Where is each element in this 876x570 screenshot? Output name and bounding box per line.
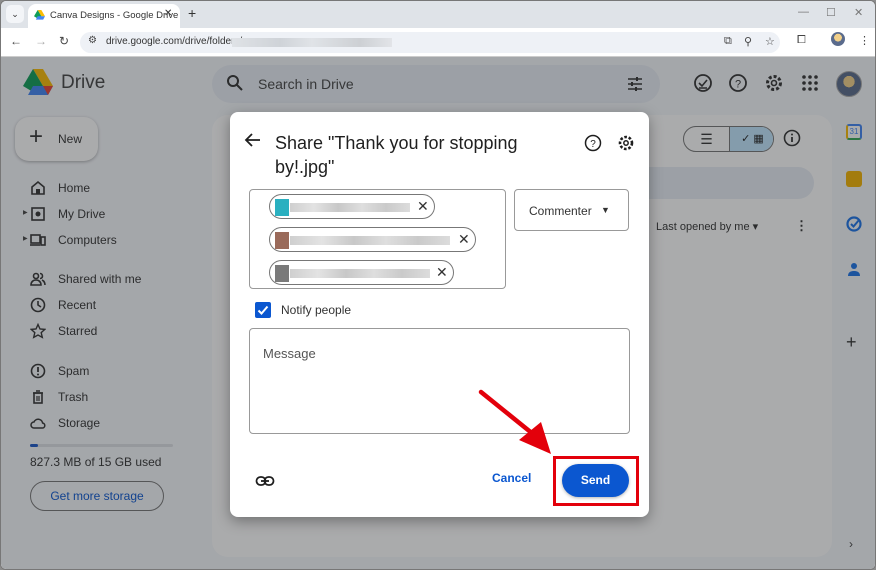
recipient-name-redacted [290, 269, 430, 278]
role-value: Commenter [529, 204, 592, 218]
recipient-name-redacted [290, 236, 450, 245]
back-button[interactable]: ← [10, 34, 22, 48]
tab-strip: ⌄ Canva Designs - Google Drive ✕ + — ☐ ✕ [1, 1, 875, 28]
site-settings-icon[interactable]: ⚙ [88, 35, 97, 46]
bookmark-star-icon[interactable]: ☆ [765, 35, 775, 48]
url-text: drive.google.com/drive/folders/ [106, 36, 243, 47]
role-dropdown[interactable]: Commenter ▼ [514, 189, 629, 231]
forward-button[interactable]: → [35, 34, 47, 48]
dialog-title: Share "Thank you for stopping by!.jpg" [275, 133, 518, 177]
annotation-highlight-box [553, 456, 639, 506]
remove-recipient-icon[interactable]: ✕ [417, 198, 429, 214]
settings-gear-icon[interactable] [617, 134, 635, 152]
notify-people-label: Notify people [281, 303, 352, 317]
zoom-icon[interactable]: ⚲ [744, 35, 752, 48]
remove-recipient-icon[interactable]: ✕ [458, 231, 470, 247]
copy-link-icon[interactable] [255, 472, 275, 490]
recipient-chip[interactable]: ✕ [269, 227, 476, 252]
annotation-arrow-icon [478, 389, 551, 454]
profile-avatar[interactable] [831, 32, 845, 46]
tab-title: Canva Designs - Google Drive [50, 10, 179, 21]
minimize-button[interactable]: — [798, 6, 809, 18]
cancel-button[interactable]: Cancel [492, 471, 531, 485]
remove-recipient-icon[interactable]: ✕ [436, 264, 448, 280]
drive-favicon-icon [34, 10, 45, 20]
svg-text:?: ? [590, 139, 596, 150]
address-bar[interactable]: ⚙ drive.google.com/drive/folders/ ⧉ ⚲ ☆ [80, 32, 780, 53]
tab-close-icon[interactable]: ✕ [164, 8, 172, 19]
recipient-avatar [275, 265, 289, 282]
chrome-menu-icon[interactable]: ⋮ [859, 34, 870, 47]
close-window-button[interactable]: ✕ [854, 6, 863, 19]
recipient-chip[interactable]: ✕ [269, 194, 435, 219]
help-icon[interactable]: ? [584, 134, 602, 152]
recipients-input[interactable]: ✕ ✕ ✕ [249, 189, 506, 289]
new-tab-button[interactable]: + [188, 6, 196, 20]
recipient-chip[interactable]: ✕ [269, 260, 454, 285]
extensions-icon[interactable]: ⧠ [797, 34, 806, 47]
browser-window: ⌄ Canva Designs - Google Drive ✕ + — ☐ ✕… [0, 0, 876, 570]
message-placeholder: Message [263, 346, 316, 361]
recipient-avatar [275, 232, 289, 249]
maximize-button[interactable]: ☐ [826, 6, 836, 19]
reload-button[interactable]: ↻ [59, 34, 69, 48]
browser-toolbar: ← → ↻ ⚙ drive.google.com/drive/folders/ … [1, 28, 875, 57]
recipient-name-redacted [290, 203, 410, 212]
caret-down-icon: ▼ [601, 205, 610, 215]
install-app-icon[interactable]: ⧉ [724, 35, 732, 48]
notify-people-checkbox[interactable] [255, 302, 271, 318]
back-arrow-icon[interactable] [244, 131, 262, 149]
url-redacted [232, 38, 392, 47]
tab-active[interactable]: Canva Designs - Google Drive ✕ [28, 4, 180, 28]
message-textarea[interactable]: Message [249, 328, 630, 434]
recipient-avatar [275, 199, 289, 216]
tab-search-button[interactable]: ⌄ [6, 5, 24, 23]
